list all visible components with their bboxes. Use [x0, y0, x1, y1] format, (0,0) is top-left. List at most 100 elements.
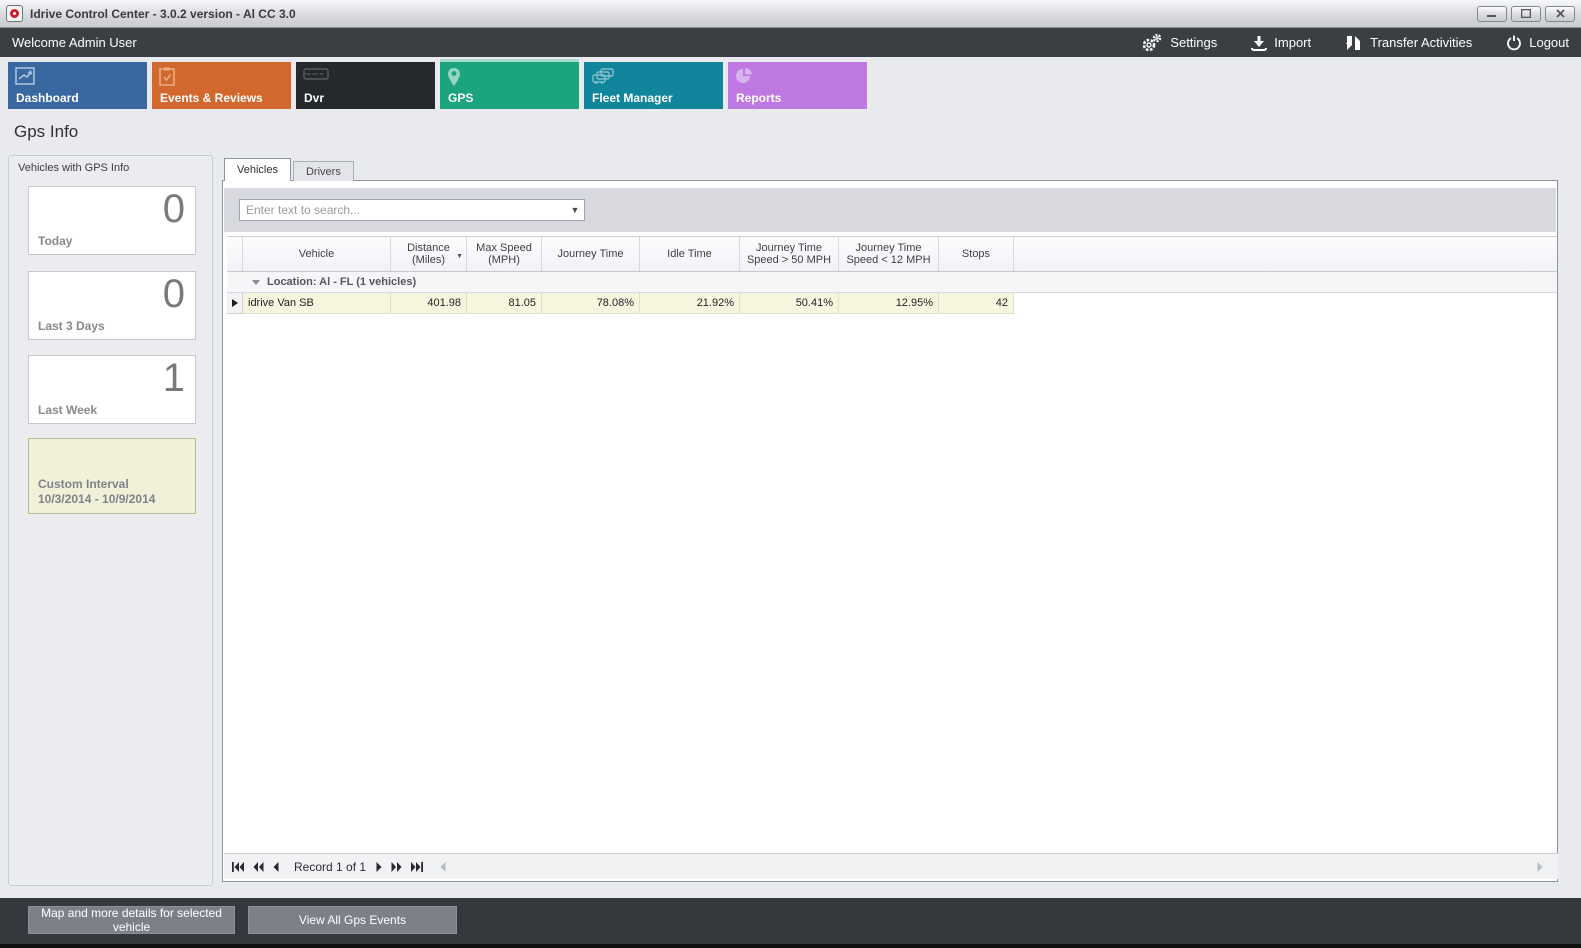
hscroll-left-icon	[440, 862, 446, 872]
group-row-label: Location: Al - FL (1 vehicles)	[267, 276, 416, 288]
app-logo-icon	[6, 5, 23, 22]
transfer-activities-label: Transfer Activities	[1370, 35, 1472, 50]
tab-drivers[interactable]: Drivers	[293, 161, 354, 181]
current-row-arrow-icon	[232, 299, 238, 307]
grid-header-max-speed[interactable]: Max Speed (MPH)	[467, 237, 542, 271]
grid-header-stops-label: Stops	[962, 248, 990, 260]
grid-header-distance[interactable]: Distance (Miles) ▼	[391, 237, 467, 271]
sidebar-vehicles-with-gps-info: Vehicles with GPS Info 0 Today 0 Last 3 …	[8, 155, 213, 886]
nav-tile-events-reviews-label: Events & Reviews	[160, 91, 263, 105]
nav-tile-reports[interactable]: Reports	[728, 62, 867, 109]
cell-idle-time[interactable]: 21.92%	[640, 293, 740, 314]
logout-button[interactable]: Logout	[1506, 35, 1569, 51]
location-pin-icon	[447, 67, 461, 87]
stat-value-last-3-days: 0	[163, 272, 185, 316]
group-row-location[interactable]: Location: Al - FL (1 vehicles)	[227, 272, 1557, 293]
hscroll-left-arrow[interactable]	[440, 862, 446, 872]
download-icon	[1251, 35, 1267, 51]
vehicles-tab-panel: ▼ Vehicle Distance (Miles) ▼ Max Speed (…	[222, 180, 1558, 882]
nav-tile-events-reviews[interactable]: Events & Reviews	[152, 62, 291, 109]
grid-header-journey-lt12[interactable]: Journey Time Speed < 12 MPH	[839, 237, 939, 271]
nav-tile-row: Dashboard Events & Reviews Dvr GPS	[0, 57, 1581, 117]
grid-tabs: Vehicles Drivers	[224, 158, 354, 181]
custom-interval-dates: 10/3/2014 - 10/9/2014	[38, 492, 155, 506]
dvr-device-icon	[303, 67, 329, 81]
stat-card-last-3-days[interactable]: 0 Last 3 Days	[28, 271, 196, 340]
next-page-button[interactable]	[391, 862, 402, 872]
nav-tile-dvr[interactable]: Dvr	[296, 62, 435, 109]
search-dropdown-arrow-icon[interactable]: ▼	[566, 205, 584, 215]
maximize-button[interactable]	[1511, 6, 1541, 22]
cell-stops[interactable]: 42	[939, 293, 1014, 314]
power-icon	[1506, 35, 1522, 51]
close-icon	[1556, 9, 1565, 18]
hscroll-right-arrow[interactable]	[1537, 862, 1543, 872]
nav-tile-gps-label: GPS	[448, 91, 473, 105]
grid-header-stops[interactable]: Stops	[939, 237, 1014, 271]
grid-header-distance-label: Distance (Miles)	[393, 242, 464, 266]
previous-record-button[interactable]	[273, 862, 279, 872]
window-title: Idrive Control Center - 3.0.2 version - …	[30, 7, 296, 21]
close-button[interactable]	[1545, 6, 1575, 22]
next-record-button[interactable]	[376, 862, 382, 872]
stat-card-last-week[interactable]: 1 Last Week	[28, 355, 196, 424]
stat-value-today: 0	[163, 187, 185, 231]
first-record-button[interactable]	[232, 862, 244, 872]
previous-page-icon	[253, 862, 264, 872]
grid-header-journey-time-label: Journey Time	[557, 248, 623, 260]
collapse-caret-icon[interactable]	[252, 280, 260, 285]
cell-distance[interactable]: 401.98	[391, 293, 467, 314]
logout-label: Logout	[1529, 35, 1569, 50]
map-details-button[interactable]: Map and more details for selected vehicl…	[28, 906, 235, 934]
search-input[interactable]	[240, 203, 566, 217]
cell-max-speed[interactable]: 81.05	[467, 293, 542, 314]
minimize-icon	[1487, 10, 1497, 18]
window-titlebar: Idrive Control Center - 3.0.2 version - …	[0, 0, 1581, 28]
grid-header-idle-time[interactable]: Idle Time	[640, 237, 740, 271]
grid-header-journey-gt50-label: Journey Time Speed > 50 MPH	[742, 242, 836, 266]
stat-card-custom-interval[interactable]: Custom Interval 10/3/2014 - 10/9/2014	[28, 438, 196, 514]
hscroll-right-icon	[1537, 862, 1543, 872]
stat-label-last-3-days: Last 3 Days	[38, 319, 105, 333]
cell-vehicle[interactable]: idrive Van SB	[243, 293, 391, 314]
grid-header-indicator	[227, 237, 243, 271]
grid-header-journey-time[interactable]: Journey Time	[542, 237, 640, 271]
grid-header-vehicle[interactable]: Vehicle	[243, 237, 391, 271]
cell-journey-time[interactable]: 78.08%	[542, 293, 640, 314]
table-row[interactable]: idrive Van SB 401.98 81.05 78.08% 21.92%…	[227, 293, 1557, 314]
grid-header-idle-time-label: Idle Time	[667, 248, 712, 260]
nav-tile-gps[interactable]: GPS	[440, 62, 579, 109]
minimize-button[interactable]	[1477, 6, 1507, 22]
transfer-arrows-icon	[1345, 34, 1363, 52]
sidebar-title: Vehicles with GPS Info	[18, 162, 129, 174]
import-button[interactable]: Import	[1251, 35, 1311, 51]
stat-card-today[interactable]: 0 Today	[28, 186, 196, 255]
grid-header-journey-gt50[interactable]: Journey Time Speed > 50 MPH	[740, 237, 839, 271]
cell-journey-gt50[interactable]: 50.41%	[740, 293, 839, 314]
stat-value-last-week: 1	[163, 356, 185, 400]
nav-tile-fleet-manager-label: Fleet Manager	[592, 91, 673, 105]
tab-vehicles-label: Vehicles	[237, 164, 278, 176]
next-page-icon	[391, 862, 402, 872]
nav-tile-fleet-manager[interactable]: Fleet Manager	[584, 62, 723, 109]
first-record-icon	[232, 862, 244, 872]
nav-tile-dvr-label: Dvr	[304, 91, 324, 105]
nav-tile-reports-label: Reports	[736, 91, 781, 105]
cell-journey-lt12[interactable]: 12.95%	[839, 293, 939, 314]
clipboard-check-icon	[159, 67, 175, 86]
stat-label-custom-interval: Custom Interval	[38, 477, 129, 491]
welcome-text: Welcome Admin User	[12, 35, 137, 50]
last-record-button[interactable]	[411, 862, 423, 872]
view-all-gps-events-button[interactable]: View All Gps Events	[248, 906, 457, 934]
grid-header-vehicle-label: Vehicle	[299, 248, 334, 260]
tab-drivers-label: Drivers	[306, 166, 341, 178]
previous-page-button[interactable]	[253, 862, 264, 872]
transfer-activities-button[interactable]: Transfer Activities	[1345, 34, 1472, 52]
footer-bar: Map and more details for selected vehicl…	[0, 898, 1581, 948]
tab-vehicles[interactable]: Vehicles	[224, 158, 291, 181]
nav-tile-dashboard[interactable]: Dashboard	[8, 62, 147, 109]
next-record-icon	[376, 862, 382, 872]
vehicles-grid: Vehicle Distance (Miles) ▼ Max Speed (MP…	[227, 236, 1557, 314]
grid-header-journey-lt12-label: Journey Time Speed < 12 MPH	[841, 242, 936, 266]
settings-button[interactable]: Settings	[1141, 34, 1217, 52]
